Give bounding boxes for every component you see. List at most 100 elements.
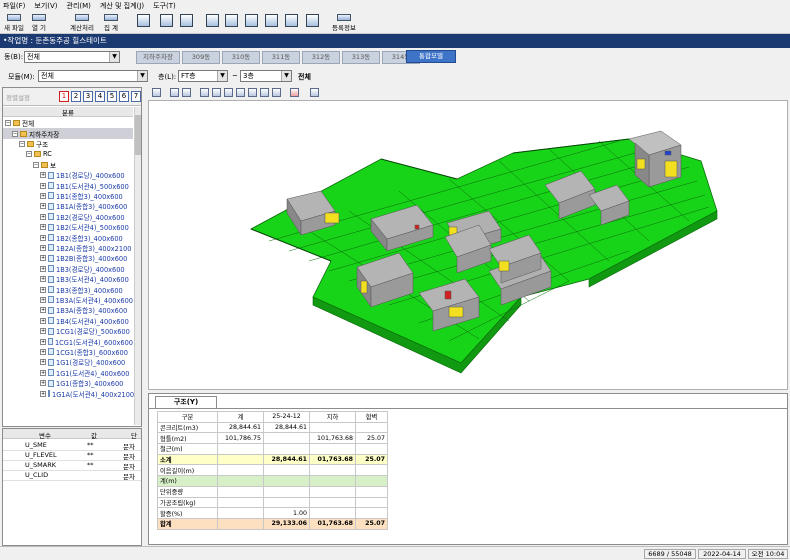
expand-toggle-icon[interactable]: + <box>40 338 46 345</box>
level-3-button[interactable]: 3 <box>83 91 93 102</box>
cube-front-icon[interactable] <box>200 88 209 97</box>
tree-node[interactable]: +1G1A(도서관4)_400x2100 <box>3 388 134 399</box>
tree-node[interactable]: +1CG1(경로당)_500x600 <box>3 326 133 336</box>
window-3-icon[interactable] <box>245 14 258 27</box>
level-1-button[interactable]: 1 <box>59 91 69 102</box>
tab-integrated-model[interactable]: 통합모델 <box>406 50 456 63</box>
menu-manage[interactable]: 관리(M) <box>67 1 91 11</box>
module-select[interactable]: 전체 ▼ <box>38 70 148 82</box>
expand-toggle-icon[interactable]: − <box>26 151 32 158</box>
window-4-icon[interactable] <box>265 14 278 27</box>
expand-toggle-icon[interactable]: + <box>40 317 46 324</box>
report-icon[interactable] <box>137 14 150 27</box>
shade-icon[interactable] <box>310 88 319 97</box>
tree-node[interactable]: +1B1(종합3)_400x600 <box>3 191 133 201</box>
tree-node[interactable]: +1B3A(종합3)_400x600 <box>3 305 133 315</box>
expand-toggle-icon[interactable]: + <box>40 286 46 293</box>
search-icon[interactable] <box>160 14 173 27</box>
tree-node[interactable]: +1B3(종합3)_400x600 <box>3 284 133 295</box>
expand-toggle-icon[interactable]: + <box>40 369 46 376</box>
tree-node[interactable]: +1B1(도서관4)_500x600 <box>3 180 133 191</box>
expand-toggle-icon[interactable]: − <box>19 140 25 147</box>
tree-node[interactable]: +1B3(도서관4)_400x600 <box>3 274 133 284</box>
tree-node[interactable]: − RC <box>3 149 133 159</box>
tab-building-1[interactable]: 309동 <box>182 51 220 64</box>
expand-toggle-icon[interactable]: + <box>40 192 46 199</box>
tab-building-4[interactable]: 312동 <box>302 51 340 64</box>
expand-toggle-icon[interactable]: − <box>5 120 11 127</box>
tree-node[interactable]: +1G1(종합3)_400x600 <box>3 378 133 388</box>
tab-building-5[interactable]: 313동 <box>342 51 380 64</box>
cube-bottom-icon[interactable] <box>260 88 269 97</box>
tree-node[interactable]: +1B1A(종합3)_400x600 <box>3 201 133 211</box>
cube-back-icon[interactable] <box>212 88 221 97</box>
expand-toggle-icon[interactable]: + <box>40 244 46 251</box>
register-button[interactable]: 등록정보 <box>332 14 356 32</box>
expand-toggle-icon[interactable]: + <box>40 255 46 262</box>
expand-toggle-icon[interactable]: + <box>40 359 46 366</box>
tab-building-3[interactable]: 311동 <box>262 51 300 64</box>
expand-toggle-icon[interactable]: + <box>40 390 46 397</box>
expand-toggle-icon[interactable]: + <box>40 265 46 272</box>
zoom-icon[interactable] <box>180 14 193 27</box>
list-icon[interactable] <box>290 88 299 97</box>
expand-toggle-icon[interactable]: + <box>40 213 46 220</box>
floor-from-select[interactable]: FT층 ▼ <box>178 70 228 82</box>
cube-top-icon[interactable] <box>248 88 257 97</box>
tree-node[interactable]: +1B2B(종합3)_400x600 <box>3 253 133 263</box>
expand-toggle-icon[interactable]: + <box>40 182 46 189</box>
cube-right-icon[interactable] <box>236 88 245 97</box>
view-icon-2[interactable] <box>170 88 179 97</box>
expand-toggle-icon[interactable]: + <box>40 307 46 314</box>
expand-toggle-icon[interactable]: + <box>40 203 46 210</box>
level-4-button[interactable]: 4 <box>95 91 105 102</box>
level-5-button[interactable]: 5 <box>107 91 117 102</box>
level-7-button[interactable]: 7 <box>131 91 141 102</box>
new-file-button[interactable]: 새 파일 <box>4 14 24 32</box>
expand-toggle-icon[interactable]: + <box>40 224 46 231</box>
building-select[interactable]: 전체 ▼ <box>24 51 120 63</box>
tree-node[interactable]: +1CG1(종합3)_600x600 <box>3 347 133 357</box>
tree-node[interactable]: +1B4(도서관4)_400x600 <box>3 316 133 326</box>
tree-node[interactable]: +1B2(경로당)_400x600 <box>3 212 133 222</box>
tree-node[interactable]: +1B2(종합3)_400x600 <box>3 232 133 243</box>
cube-left-icon[interactable] <box>224 88 233 97</box>
tree-node[interactable]: − 전체 <box>3 118 133 128</box>
floor-to-select[interactable]: 3층 ▼ <box>240 70 292 82</box>
prop-val[interactable]: ** <box>87 441 94 449</box>
tree-node[interactable]: +1G1(경로당)_400x600 <box>3 357 133 367</box>
expand-toggle-icon[interactable]: + <box>40 296 46 303</box>
tree-node[interactable]: +1B1(경로당)_400x600 <box>3 170 133 180</box>
window-2-icon[interactable] <box>225 14 238 27</box>
menu-file[interactable]: 파일(F) <box>3 1 25 11</box>
tree-node[interactable]: +1G1(도서관4)_400x600 <box>3 368 133 378</box>
prop-val[interactable]: ** <box>87 461 94 469</box>
menu-calc[interactable]: 계산 및 집계(J) <box>100 1 144 11</box>
menu-tools[interactable]: 도구(T) <box>153 1 176 11</box>
tree-node[interactable]: +1CG1(도서관4)_600x600 <box>3 336 133 347</box>
tab-building-0[interactable]: 지하주차장 <box>136 51 180 64</box>
view-icon-3[interactable] <box>182 88 191 97</box>
tree-node[interactable]: − 지하주차장 <box>3 128 133 139</box>
tree-node[interactable]: +1B2(도서관4)_500x600 <box>3 222 133 232</box>
tree-node[interactable]: +1B3A(도서관4)_400x600 <box>3 295 133 305</box>
expand-toggle-icon[interactable]: − <box>33 161 39 168</box>
tab-structure[interactable]: 구조(Y) <box>155 396 217 408</box>
tab-building-2[interactable]: 310동 <box>222 51 260 64</box>
expand-toggle-icon[interactable]: + <box>40 276 46 283</box>
scroll-thumb[interactable] <box>135 115 141 155</box>
level-6-button[interactable]: 6 <box>119 91 129 102</box>
tree-node[interactable]: − 보 <box>3 160 133 170</box>
expand-toggle-icon[interactable]: + <box>40 234 46 241</box>
expand-toggle-icon[interactable]: + <box>40 380 46 387</box>
level-2-button[interactable]: 2 <box>71 91 81 102</box>
cube-iso-icon[interactable] <box>272 88 281 97</box>
tree-node[interactable]: − 구조 <box>3 139 133 149</box>
tree-node[interactable]: +1B2A(종합3)_400x2100 <box>3 243 133 253</box>
prop-val[interactable]: ** <box>87 451 94 459</box>
expand-toggle-icon[interactable]: + <box>40 172 46 179</box>
sort-setting-button[interactable]: 정렬설정 <box>6 92 30 102</box>
aggregate-button[interactable]: 집 계 <box>104 14 118 32</box>
expand-toggle-icon[interactable]: − <box>12 130 18 137</box>
window-1-icon[interactable] <box>206 14 219 27</box>
